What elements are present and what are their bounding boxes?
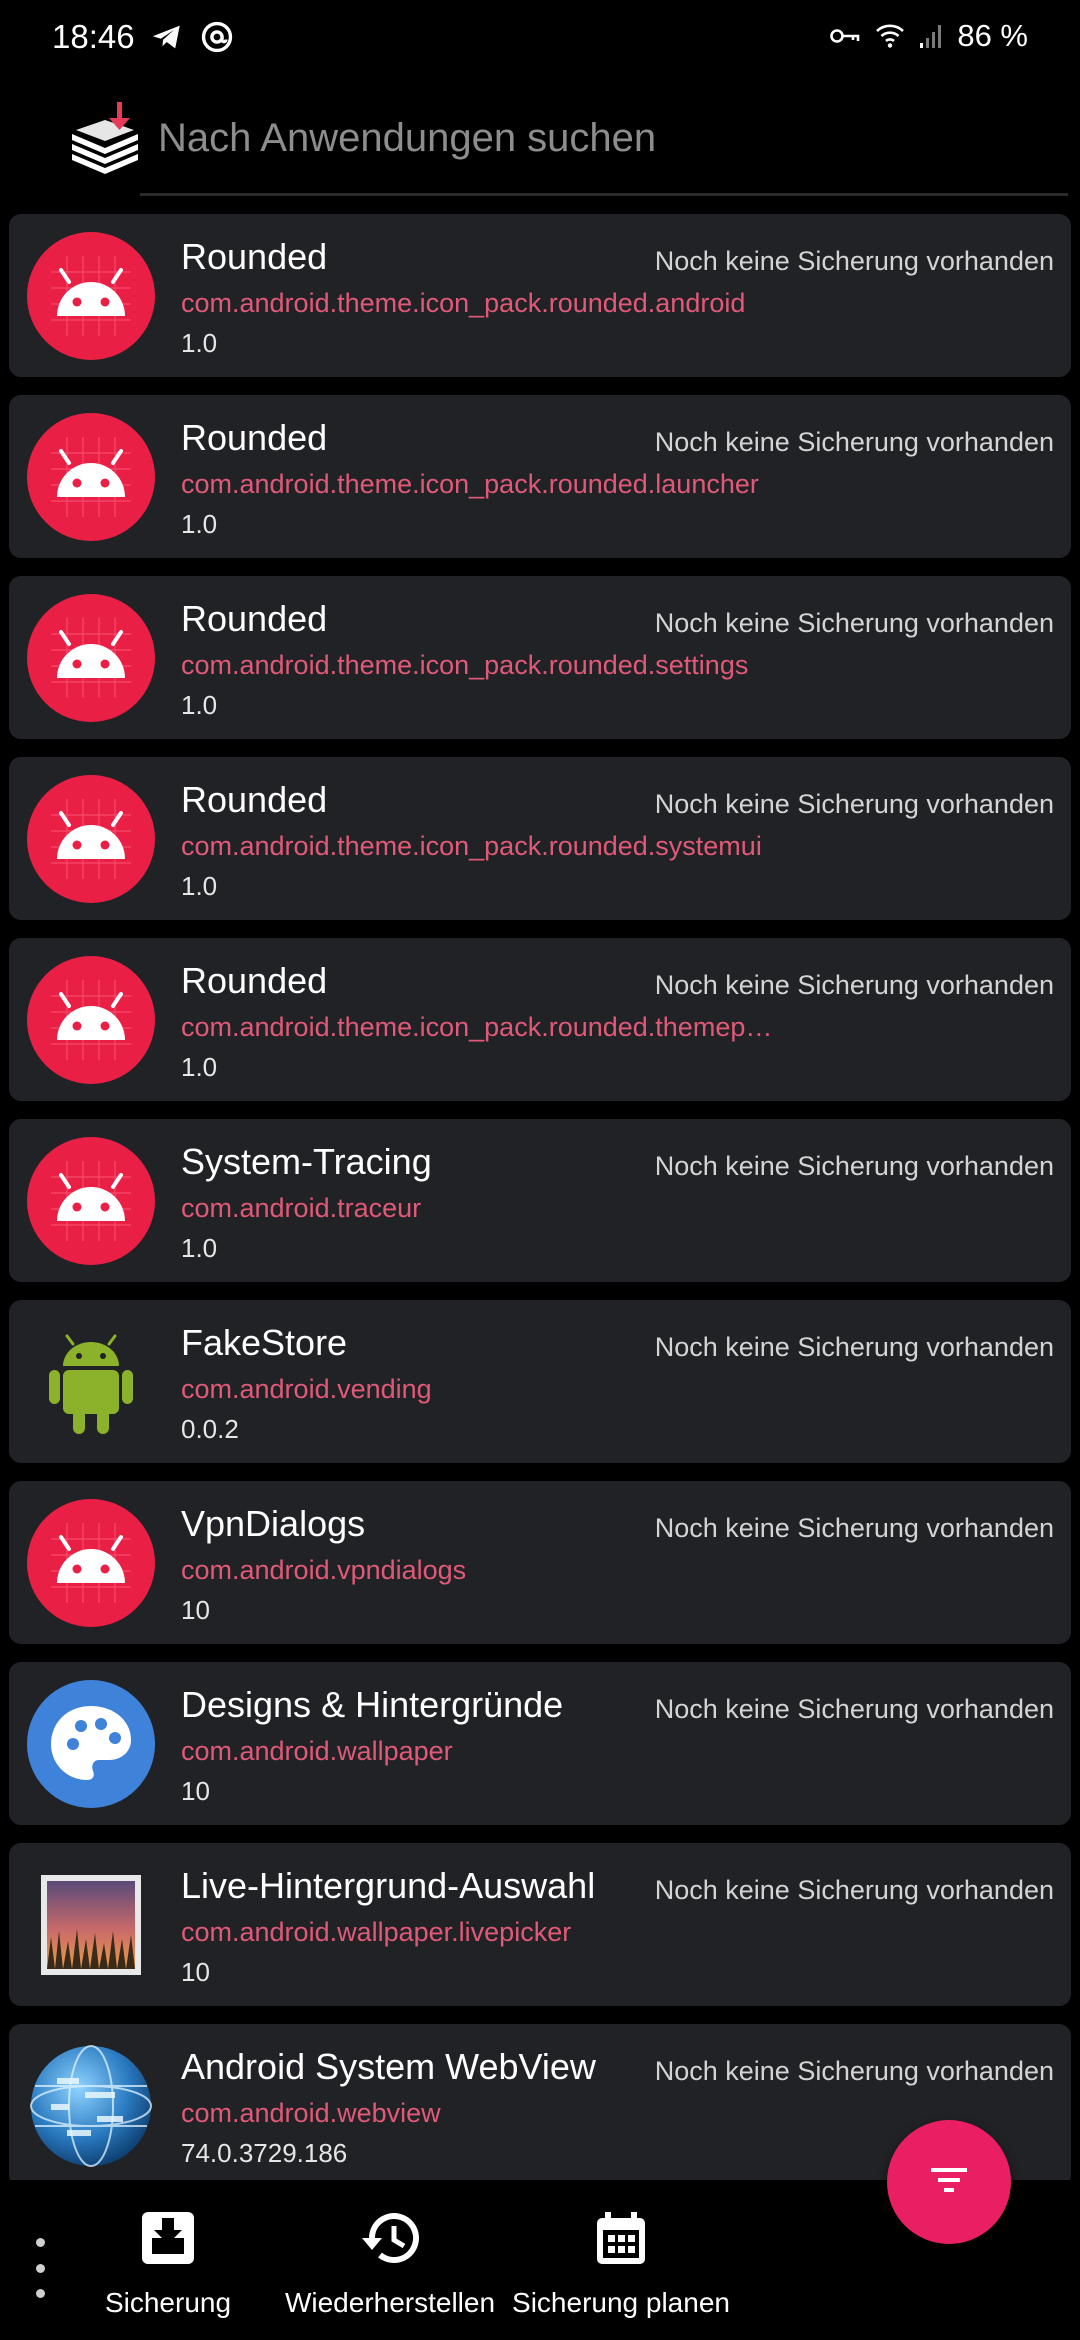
app-version: 1.0 (181, 1052, 218, 1082)
backup-status: Noch keine Sicherung vorhanden (654, 246, 1054, 276)
palette-icon (27, 1680, 155, 1808)
android-robot-green-icon (27, 1318, 155, 1446)
search-underline (140, 193, 1068, 196)
app-list-item[interactable]: Designs & Hintergründe com.android.wallp… (9, 1662, 1071, 1825)
status-bar: 18:46 86 % (0, 0, 1080, 76)
app-package: com.android.vpndialogs (181, 1555, 467, 1585)
backup-status: Noch keine Sicherung vorhanden (654, 608, 1054, 638)
app-package: com.android.wallpaper (181, 1736, 453, 1766)
app-version: 1.0 (181, 509, 218, 539)
app-package: com.android.theme.icon_pack.rounded.andr… (181, 288, 746, 318)
app-name: Designs & Hintergründe (181, 1684, 564, 1725)
telegram-icon (150, 20, 184, 59)
history-icon (358, 2208, 422, 2273)
app-version: 0.0.2 (181, 1414, 239, 1444)
app-package: com.android.theme.icon_pack.rounded.them… (181, 1012, 773, 1042)
backup-status: Noch keine Sicherung vorhanden (654, 1513, 1054, 1543)
app-name: Rounded (181, 779, 328, 820)
app-name: Android System WebView (181, 2046, 596, 2087)
backup-icon (138, 2208, 198, 2273)
app-version: 10 (181, 1595, 210, 1625)
app-package: com.android.wallpaper.livepicker (181, 1917, 572, 1947)
app-list-item[interactable]: Rounded com.android.theme.icon_pack.roun… (9, 938, 1071, 1101)
app-name: System-Tracing (181, 1141, 432, 1182)
search-input[interactable] (158, 108, 1018, 168)
schedule-backup-label: Sicherung planen (512, 2287, 730, 2318)
app-list-item[interactable]: Rounded com.android.theme.icon_pack.roun… (9, 214, 1071, 377)
backup-status: Noch keine Sicherung vorhanden (654, 789, 1054, 819)
app-version: 1.0 (181, 1233, 218, 1263)
at-sign-icon (200, 20, 234, 59)
restore-label: Wiederherstellen (284, 2287, 496, 2318)
app-list-item[interactable]: Rounded com.android.theme.icon_pack.roun… (9, 576, 1071, 739)
calendar-icon (591, 2208, 651, 2273)
app-package: com.android.theme.icon_pack.rounded.sett… (181, 650, 749, 680)
app-list-item[interactable]: Rounded com.android.theme.icon_pack.roun… (9, 757, 1071, 920)
android-red-icon (27, 232, 155, 360)
android-red-icon (27, 775, 155, 903)
app-list-item[interactable]: Live-Hintergrund-Auswahl com.android.wal… (9, 1843, 1071, 2006)
android-red-icon (27, 1137, 155, 1265)
more-vert-icon[interactable] (28, 2238, 52, 2298)
backup-status: Noch keine Sicherung vorhanden (654, 1151, 1054, 1181)
app-version: 1.0 (181, 871, 218, 901)
app-name: Rounded (181, 417, 328, 458)
app-package: com.android.webview (181, 2098, 441, 2128)
app-name: Rounded (181, 960, 328, 1001)
app-package: com.android.vending (181, 1374, 432, 1404)
backup-label: Sicherung (104, 2287, 232, 2318)
filter-icon (927, 2164, 971, 2201)
app-logo-icon (68, 100, 142, 180)
battery-percentage: 86 % (957, 18, 1028, 53)
android-red-icon (27, 594, 155, 722)
backup-status: Noch keine Sicherung vorhanden (654, 1694, 1054, 1724)
vpn-key-icon (829, 24, 861, 48)
backup-status: Noch keine Sicherung vorhanden (654, 970, 1054, 1000)
backup-status: Noch keine Sicherung vorhanden (654, 1332, 1054, 1362)
restore-button[interactable]: Wiederherstellen (284, 2208, 496, 2319)
filter-fab-button[interactable] (887, 2120, 1011, 2244)
app-list-item[interactable]: Rounded com.android.theme.icon_pack.roun… (9, 395, 1071, 558)
backup-status: Noch keine Sicherung vorhanden (654, 427, 1054, 457)
android-red-icon (27, 1499, 155, 1627)
schedule-backup-button[interactable]: Sicherung planen (512, 2208, 730, 2319)
app-name: VpnDialogs (181, 1503, 366, 1544)
app-package: com.android.traceur (181, 1193, 422, 1223)
app-list-item[interactable]: System-Tracing com.android.traceur 1.0 N… (9, 1119, 1071, 1282)
app-name: Rounded (181, 236, 328, 277)
webview-globe-icon (27, 2042, 155, 2170)
status-left-icons (150, 20, 234, 59)
app-version: 10 (181, 1957, 210, 1987)
app-version: 74.0.3729.186 (181, 2138, 348, 2168)
app-name: FakeStore (181, 1322, 348, 1363)
backup-button[interactable]: Sicherung (105, 2208, 231, 2319)
app-version: 10 (181, 1776, 210, 1806)
app-list-item[interactable]: VpnDialogs com.android.vpndialogs 10 Noc… (9, 1481, 1071, 1644)
app-version: 1.0 (181, 328, 218, 358)
wifi-icon (875, 23, 905, 49)
wallpaper-picture-icon (27, 1861, 155, 1989)
status-time: 18:46 (52, 18, 135, 55)
signal-icon (919, 23, 943, 49)
app-list-item[interactable]: FakeStore com.android.vending 0.0.2 Noch… (9, 1300, 1071, 1463)
android-red-icon (27, 956, 155, 1084)
app-package: com.android.theme.icon_pack.rounded.laun… (181, 469, 759, 499)
status-right: 86 % (829, 18, 1028, 54)
app-package: com.android.theme.icon_pack.rounded.syst… (181, 831, 762, 861)
app-name: Live-Hintergrund-Auswahl (181, 1865, 596, 1906)
android-red-icon (27, 413, 155, 541)
backup-status: Noch keine Sicherung vorhanden (654, 2056, 1054, 2086)
backup-status: Noch keine Sicherung vorhanden (654, 1875, 1054, 1905)
app-name: Rounded (181, 598, 328, 639)
app-version: 1.0 (181, 690, 218, 720)
